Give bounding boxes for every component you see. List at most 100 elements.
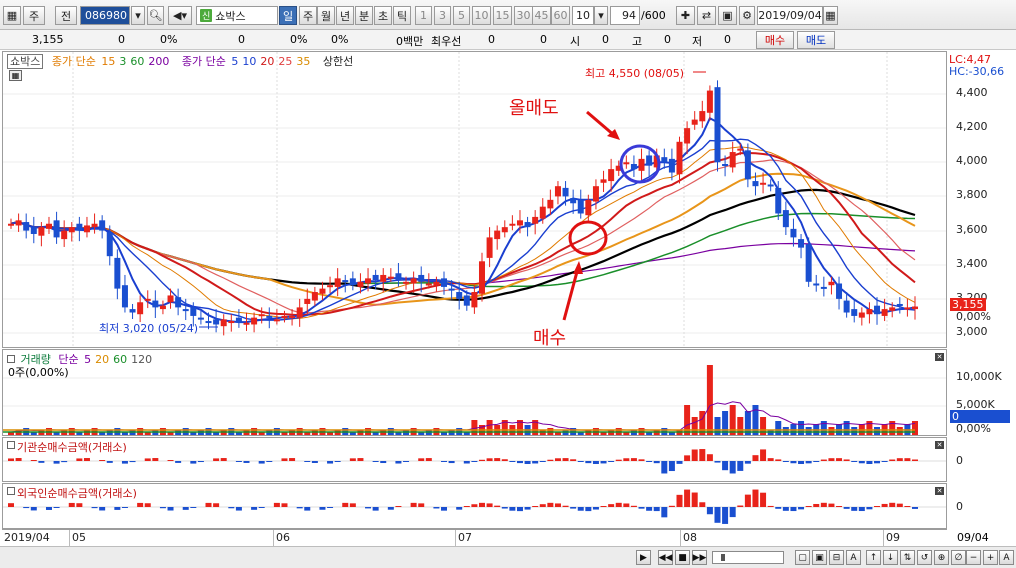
foreign-close-icon[interactable]: ✕ (935, 487, 944, 495)
zoom-in-left-icon[interactable]: ⊕ (934, 550, 949, 565)
price-chart-svg[interactable] (3, 52, 947, 348)
zoom-fit-icon[interactable]: ▢ (795, 550, 810, 565)
interval-button-3[interactable]: 10 (472, 6, 491, 25)
stop-icon[interactable]: ■ (675, 550, 690, 565)
flow-bar (851, 507, 858, 511)
down-arrow-icon[interactable]: ↓ (883, 550, 898, 565)
candle-body (706, 90, 713, 113)
scroll-prev-icon[interactable]: ◀◀ (658, 550, 673, 565)
flow-bar (213, 458, 220, 461)
flow-bar (501, 459, 508, 461)
zoom-minus-box-icon[interactable]: ⊟ (829, 550, 844, 565)
scroll-left-end-icon[interactable]: ▶ (636, 550, 651, 565)
prev-button[interactable]: 전 (55, 6, 77, 25)
period-tab-2[interactable]: 월 (317, 6, 335, 25)
price-axis-tick: 3,400 (956, 257, 988, 270)
foreign-panel[interactable]: 외국인순매수금액(거래소) ✕ (2, 483, 947, 529)
buy-circle (568, 220, 608, 256)
interval-button-7[interactable]: 60 (551, 6, 570, 25)
search-icon[interactable]: 🔍︎ (147, 6, 164, 25)
price-axis-tick: 3,600 (956, 223, 988, 236)
code-dropdown-icon[interactable]: ▾ (131, 6, 145, 25)
flow-bar (653, 461, 660, 464)
candle (349, 271, 356, 291)
volume-panel[interactable]: 거래량 단순 5 20 60 120 0주(0,00%) ✕ (2, 349, 947, 436)
volume-close-icon[interactable]: ✕ (935, 353, 944, 361)
crosshair-icon[interactable]: ✚ (676, 6, 695, 25)
flow-bar (68, 502, 75, 507)
swap-icon[interactable]: ⇅ (900, 550, 915, 565)
stock-name-field[interactable]: 신 쇼박스 (196, 6, 278, 25)
candle (805, 237, 812, 287)
grid-menu-icon[interactable]: ▦ (3, 6, 21, 25)
institution-panel[interactable]: 기관순매수금액(거래소) ✕ (2, 437, 947, 482)
stock-code-input[interactable]: 086980 (80, 6, 130, 25)
candle-body (585, 199, 592, 216)
volume-collapse-icon[interactable] (7, 355, 15, 363)
save-icon[interactable]: ▣ (718, 6, 737, 25)
flow-bar (585, 461, 592, 464)
foreign-collapse-icon[interactable] (7, 487, 15, 495)
legend-ma-simple-period-1: 10 (242, 55, 257, 68)
candle (896, 297, 903, 314)
interval-select[interactable]: 10 (572, 6, 594, 25)
candle (524, 216, 531, 237)
period-tab-1[interactable]: 주 (299, 6, 317, 25)
buy-button[interactable]: 매수 (756, 31, 794, 49)
period-tab-4[interactable]: 분 (355, 6, 373, 25)
interval-button-2[interactable]: 5 (453, 6, 470, 25)
candle (858, 307, 865, 326)
count-input[interactable]: 94 (610, 6, 640, 25)
compare-icon[interactable]: ⇄ (697, 6, 716, 25)
flow-bar (881, 461, 888, 462)
period-tab-0[interactable]: 일 (279, 6, 297, 25)
settings-gear-icon[interactable]: ⚙ (739, 6, 755, 25)
speaker-icon[interactable]: ◀▾ (168, 6, 192, 25)
period-tab-3[interactable]: 년 (336, 6, 354, 25)
flow-bar (684, 455, 691, 461)
flow-bar (706, 507, 713, 515)
up-arrow-icon[interactable]: ↑ (866, 550, 881, 565)
zoom-slider[interactable] (712, 551, 784, 564)
zoom-box-icon[interactable]: ▣ (812, 550, 827, 565)
candle-body (805, 244, 812, 282)
period-tab-6[interactable]: 틱 (393, 6, 411, 25)
zoom-slider-handle[interactable] (721, 554, 725, 561)
sell-button[interactable]: 매도 (797, 31, 835, 49)
reset-icon[interactable]: ↺ (917, 550, 932, 565)
candle (61, 220, 68, 247)
interval-dropdown-icon[interactable]: ▾ (594, 6, 608, 25)
interval-button-6[interactable]: 45 (532, 6, 551, 25)
text-tool-icon[interactable]: A (846, 550, 861, 565)
flow-bar (8, 458, 14, 461)
slash-icon[interactable]: ∅ (951, 550, 966, 565)
foreign-chart-svg[interactable] (3, 484, 947, 529)
date-input[interactable]: 2019/09/04 (757, 6, 823, 25)
table-icon[interactable]: ▦ (9, 70, 22, 81)
interval-button-5[interactable]: 30 (514, 6, 533, 25)
flow-bar (463, 461, 470, 464)
candle-body (395, 273, 402, 281)
interval-button-1[interactable]: 3 (434, 6, 451, 25)
font-a-icon[interactable]: A (999, 550, 1014, 565)
market-chip[interactable]: 주 (23, 6, 45, 25)
candle (129, 303, 136, 320)
ma-60-line (10, 212, 916, 288)
institution-collapse-icon[interactable] (7, 441, 15, 449)
candle-body (61, 230, 68, 240)
interval-button-0[interactable]: 1 (415, 6, 432, 25)
candle-body (843, 300, 850, 313)
plus-icon[interactable]: + (983, 550, 998, 565)
institution-chart-svg[interactable] (3, 438, 947, 482)
price-chart-panel[interactable]: 쇼박스 종가 단순 15 3 60 200 종가 단순 5 10 20 25 35 상한선 ▦… (2, 51, 947, 348)
minus-icon[interactable]: − (966, 550, 981, 565)
interval-button-4[interactable]: 15 (493, 6, 512, 25)
scroll-next-icon[interactable]: ▶▶ (692, 550, 707, 565)
flow-bar (304, 507, 311, 511)
period-tab-5[interactable]: 초 (374, 6, 392, 25)
institution-close-icon[interactable]: ✕ (935, 441, 944, 449)
date-separator (69, 530, 70, 547)
flow-bar (243, 461, 250, 463)
flow-bar (53, 507, 60, 508)
calendar-icon[interactable]: ▦ (823, 6, 838, 25)
